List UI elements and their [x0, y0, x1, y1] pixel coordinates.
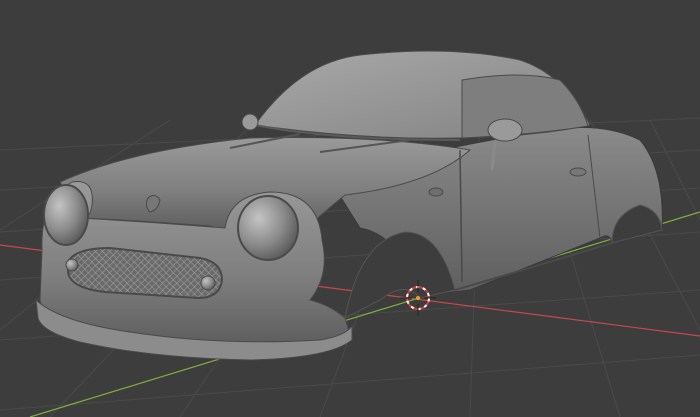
viewport-canvas[interactable] — [0, 0, 700, 417]
side-mirror — [487, 118, 523, 142]
left-headlight — [43, 184, 89, 246]
car-body-mesh[interactable] — [35, 50, 663, 361]
3d-viewport[interactable] — [0, 0, 700, 417]
right-headlight — [237, 195, 299, 261]
